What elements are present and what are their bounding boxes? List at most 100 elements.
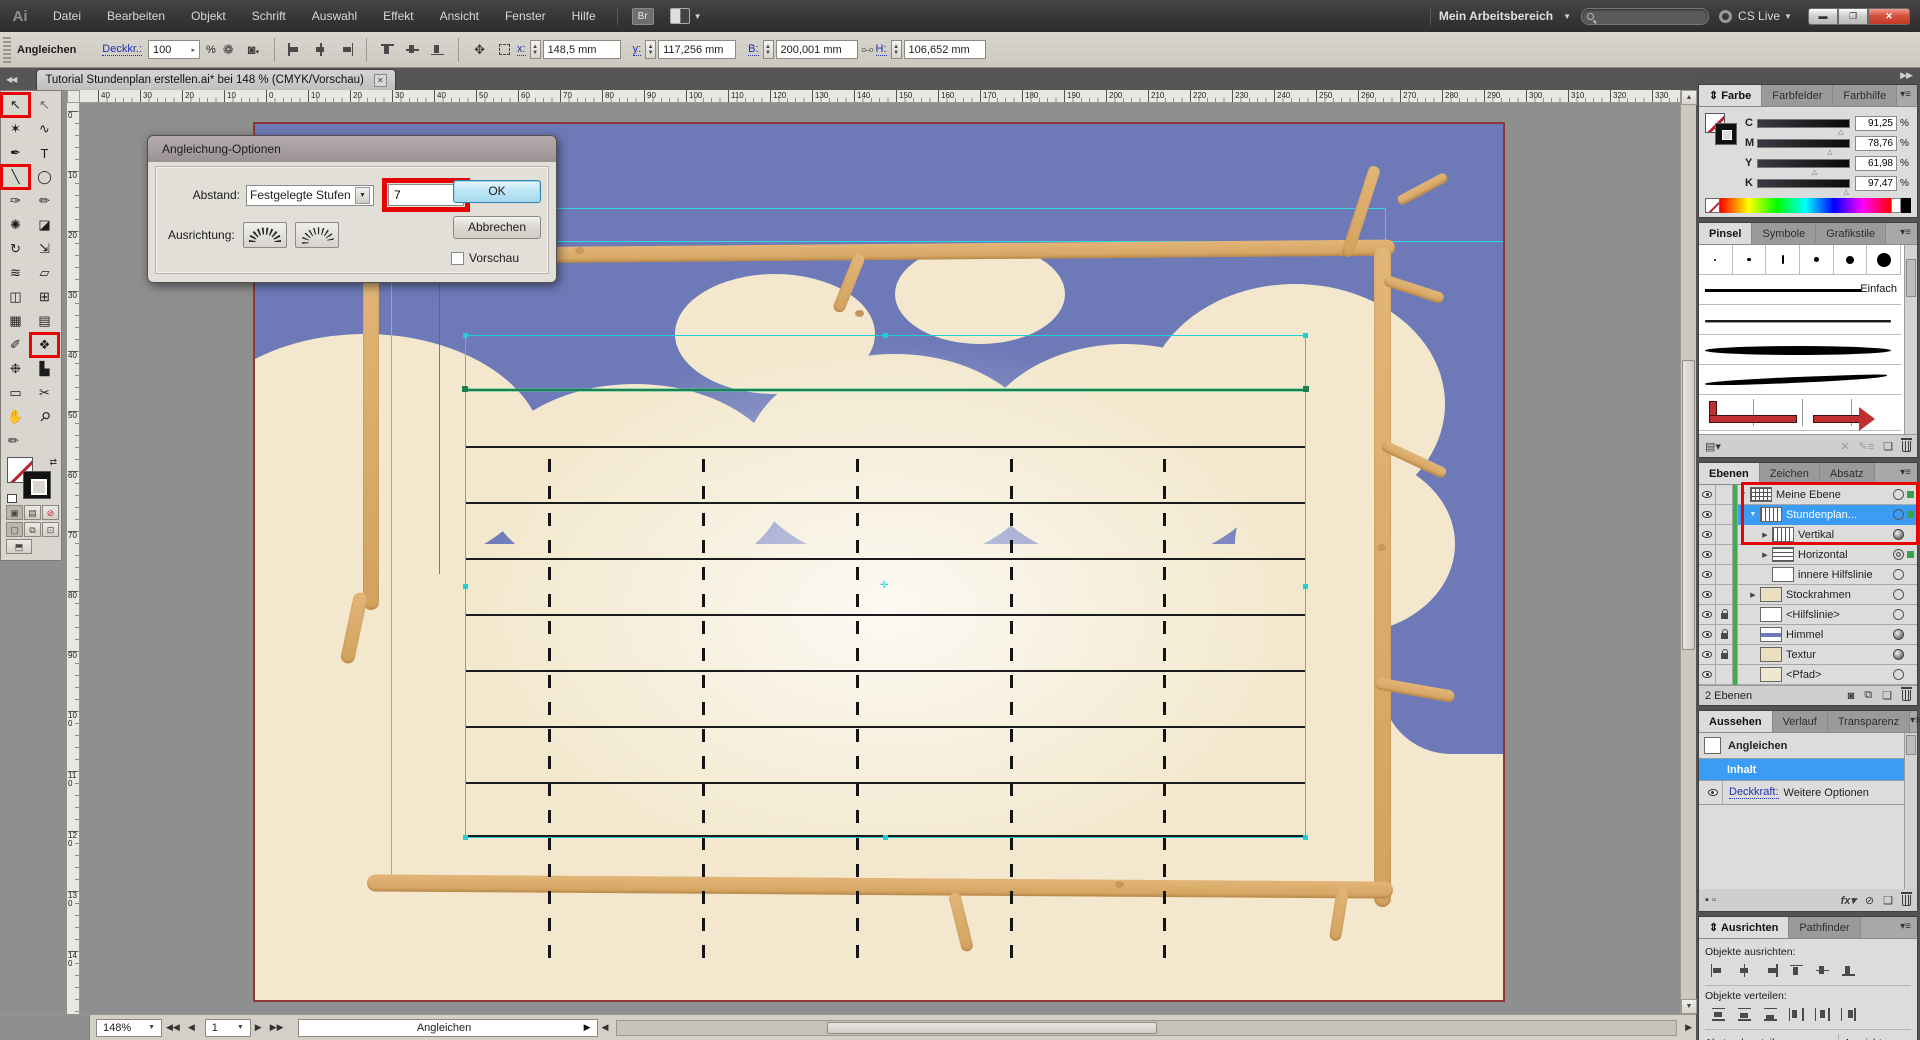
- layer-visibility-toggle[interactable]: [1699, 625, 1716, 645]
- horizontal-scrollbar[interactable]: [616, 1020, 1677, 1036]
- y-input[interactable]: 117,256 mm: [658, 40, 736, 59]
- distribute-vcenter-button[interactable]: [1731, 1005, 1757, 1023]
- Himmel[interactable]: ▶ Himmel: [1699, 625, 1917, 645]
- align-vcenter-button[interactable]: [1809, 961, 1835, 979]
- align-top-icon[interactable]: [379, 43, 396, 56]
- spacing-dropdown-icon[interactable]: ▼: [355, 187, 370, 204]
- align-bottom-icon[interactable]: [429, 43, 446, 56]
- layer-name[interactable]: Himmel: [1786, 629, 1890, 641]
- selection-anchor[interactable]: [463, 333, 468, 338]
- panel-menu-icon[interactable]: ▾≡: [1910, 711, 1920, 732]
- brush-item[interactable]: [1766, 245, 1800, 274]
- brush-item-arrow[interactable]: [1699, 395, 1901, 431]
- vertical-ruler[interactable]: 0102030405060708090100110120130140: [67, 103, 80, 1014]
- panel-menu-icon[interactable]: ▾≡: [1900, 223, 1917, 244]
- align-middle-icon[interactable]: [404, 43, 421, 56]
- slider-thumb[interactable]: △: [1838, 128, 1843, 136]
- prev-artboard-icon[interactable]: ◀: [188, 1022, 195, 1033]
- tab-zeichen[interactable]: Zeichen: [1760, 463, 1820, 484]
- brush-item[interactable]: [1733, 245, 1767, 274]
- gradient-tool[interactable]: ▤: [30, 309, 59, 333]
- tab-ebenen[interactable]: Ebenen: [1699, 463, 1760, 484]
- arrange-documents-dropdown-icon[interactable]: ▼: [694, 12, 702, 21]
- eraser-tool[interactable]: ◪: [30, 213, 59, 237]
- <Hilfslinie>[interactable]: ▶ <Hilfslinie>: [1699, 605, 1917, 625]
- document-tab[interactable]: Tutorial Stundenplan erstellen.ai* bei 1…: [36, 69, 396, 90]
- layer-target-icon[interactable]: [1893, 649, 1904, 660]
- ok-button[interactable]: OK: [453, 180, 541, 203]
- zoom-tool[interactable]: ⚲: [30, 405, 59, 429]
- selection-anchor[interactable]: [463, 584, 468, 589]
- width-label[interactable]: B:: [748, 43, 758, 56]
- x-label[interactable]: x:: [517, 43, 526, 56]
- layer-target-icon[interactable]: [1893, 489, 1904, 500]
- color-spectrum[interactable]: [1705, 198, 1911, 213]
- tab-aussehen[interactable]: Aussehen: [1699, 711, 1773, 732]
- menu-item[interactable]: Objekt: [178, 0, 239, 32]
- channel-value-input[interactable]: [1855, 156, 1897, 171]
- orient-to-path-button[interactable]: [295, 222, 339, 248]
- perspective-grid-tool[interactable]: ⊞: [30, 285, 59, 309]
- magic-wand-tool[interactable]: ✶: [1, 117, 30, 141]
- blend-tool[interactable]: ❖: [30, 333, 59, 357]
- width-stepper[interactable]: ▲▼: [763, 40, 774, 59]
- slider-thumb[interactable]: △: [1827, 148, 1832, 156]
- symbol-sprayer-tool[interactable]: ❉: [1, 357, 30, 381]
- layer-lock-toggle[interactable]: [1716, 625, 1733, 645]
- tab-symbole[interactable]: Symbole: [1752, 223, 1816, 244]
- menu-item[interactable]: Fenster: [492, 0, 559, 32]
- knife-tool[interactable]: ✏: [1, 429, 59, 453]
- width-input[interactable]: 200,001 mm: [776, 40, 858, 59]
- distribute-top-button[interactable]: [1705, 1005, 1731, 1023]
- align-right-button[interactable]: [1757, 961, 1783, 979]
- constrain-proportions-icon[interactable]: ⧟: [862, 42, 874, 57]
- layer-name[interactable]: Vertikal: [1798, 529, 1890, 541]
- draw-normal-button[interactable]: ▢: [6, 522, 23, 537]
- tab-pathfinder[interactable]: Pathfinder: [1789, 917, 1860, 938]
- brush-options-icon[interactable]: ✎≡: [1858, 440, 1874, 453]
- tab-transparenz[interactable]: Transparenz: [1828, 711, 1910, 732]
- type-tool[interactable]: T: [30, 141, 59, 165]
- channel-value-input[interactable]: [1855, 176, 1897, 191]
- panel-menu-icon[interactable]: ▾≡: [1900, 917, 1917, 938]
- layer-target-icon[interactable]: [1893, 509, 1904, 520]
- style-icon[interactable]: ❁: [223, 42, 234, 58]
- next-artboard-icon[interactable]: ▶: [255, 1022, 262, 1033]
- layer-thumbnail[interactable]: [1772, 567, 1794, 582]
- ruler-corner[interactable]: [67, 90, 80, 103]
- brush-item-charcoal[interactable]: [1699, 305, 1901, 335]
- duplicate-item-icon[interactable]: ❏: [1883, 894, 1893, 907]
- appearance-scrollbar[interactable]: [1904, 733, 1917, 889]
- arrange-documents-icon[interactable]: [670, 8, 690, 24]
- tab-farbfelder[interactable]: Farbfelder: [1762, 85, 1833, 106]
- scroll-right-icon[interactable]: ▶: [1685, 1022, 1692, 1033]
- y-stepper[interactable]: ▲▼: [645, 40, 656, 59]
- menu-item[interactable]: Bearbeiten: [94, 0, 178, 32]
- spectrum-none-swatch[interactable]: [1705, 198, 1720, 213]
- tab-ausrichten[interactable]: ⇕ Ausrichten: [1699, 917, 1789, 938]
- paintbrush-tool[interactable]: ✑: [1, 189, 30, 213]
- layer-expand-icon[interactable]: ▶: [1760, 531, 1770, 539]
- layer-thumbnail[interactable]: [1760, 647, 1782, 662]
- x-stepper[interactable]: ▲▼: [530, 40, 541, 59]
- layer-visibility-toggle[interactable]: [1699, 665, 1716, 685]
- hand-tool[interactable]: ✋: [1, 405, 30, 429]
- appearance-object-row[interactable]: Angleichen: [1699, 733, 1917, 759]
- brush-libraries-icon[interactable]: ▤▾: [1705, 440, 1721, 453]
- rotate-tool[interactable]: ↻: [1, 237, 30, 261]
- layer-expand-icon[interactable]: ▼: [1738, 491, 1748, 498]
- distribute-right-button[interactable]: [1835, 1005, 1861, 1023]
- layer-lock-toggle[interactable]: [1716, 665, 1733, 685]
- layer-thumbnail[interactable]: [1760, 667, 1782, 682]
- tab-grafikstile[interactable]: Grafikstile: [1816, 223, 1886, 244]
- slider-thumb[interactable]: △: [1844, 188, 1849, 196]
- wood-frame-left[interactable]: [363, 250, 379, 610]
- slice-tool[interactable]: ✂: [30, 381, 59, 405]
- minimize-button[interactable]: ▬: [1808, 8, 1838, 25]
- brush-item-ink[interactable]: [1699, 365, 1901, 395]
- ellipse-tool[interactable]: ◯: [30, 165, 59, 189]
- selection-anchor[interactable]: [1303, 835, 1308, 840]
- make-clipping-mask-icon[interactable]: ◙: [1848, 690, 1855, 702]
- brushes-scrollbar[interactable]: [1904, 245, 1917, 434]
- layer-name[interactable]: Horizontal: [1798, 549, 1890, 561]
